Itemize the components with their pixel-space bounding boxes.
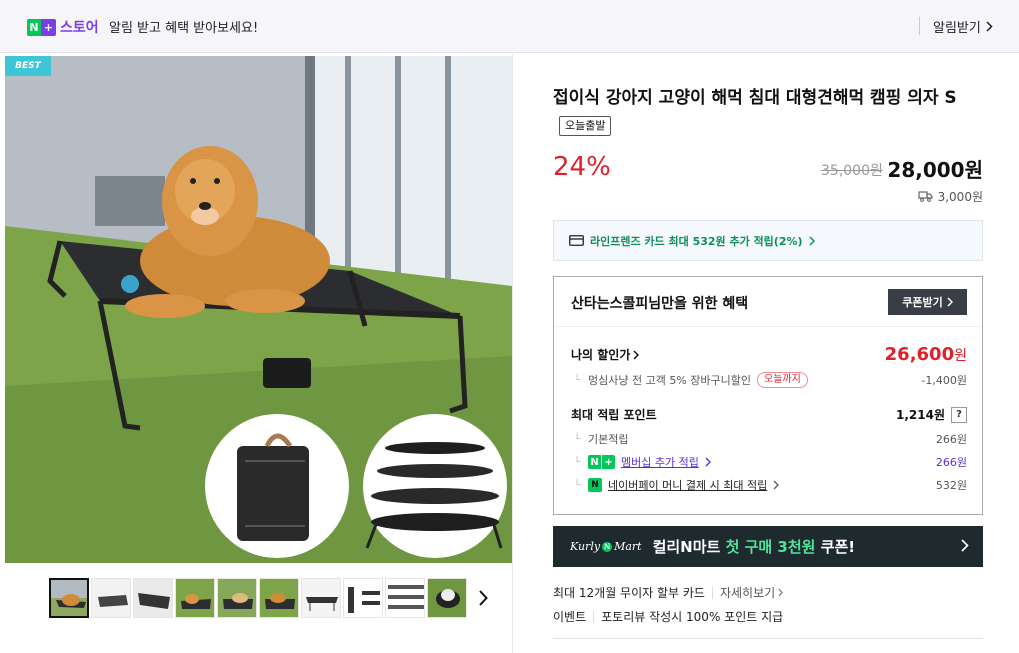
my-price-unit: 원 bbox=[954, 348, 967, 364]
detail-label: 자세히보기 bbox=[719, 586, 776, 600]
event-label: 이벤트 bbox=[553, 610, 587, 624]
npay-points-value: 532원 bbox=[935, 479, 967, 492]
chevron-right-icon bbox=[809, 235, 815, 246]
chevron-right-icon bbox=[773, 480, 780, 490]
divider bbox=[593, 610, 595, 623]
dog-on-hammock-bed-image bbox=[5, 56, 512, 563]
chevron-right-icon bbox=[961, 539, 969, 552]
main-product-image[interactable] bbox=[5, 56, 512, 563]
npay-points-link[interactable]: 네이버페이 머니 결제 시 최대 적립 bbox=[608, 477, 767, 493]
get-coupon-button[interactable]: 쿠폰받기 bbox=[888, 289, 967, 315]
chevron-right-icon bbox=[947, 297, 953, 307]
top-notification-bar: N + 스토어 알림 받고 혜택 받아보세요! 알림받기 bbox=[0, 0, 1019, 53]
my-price-value: 26,600원 bbox=[885, 344, 967, 365]
thumbnail-6[interactable] bbox=[259, 578, 299, 618]
chevron-right-icon bbox=[778, 588, 783, 597]
thumbnail-8[interactable] bbox=[343, 578, 383, 618]
kurly-nmart-logo: Kurly N Mart bbox=[570, 540, 642, 553]
cart-discount-row: └ 멍심사냥 전 고객 5% 장바구니할인 오늘까지 -1,400원 bbox=[571, 372, 967, 388]
points-help-button[interactable]: ? bbox=[951, 406, 967, 423]
kurly-mart-coupon-banner[interactable]: Kurly N Mart 컬리N마트 첫 구매 3천원 쿠폰! bbox=[553, 526, 983, 567]
product-title: 접이식 강아지 고양이 해먹 침대 대형견해먹 캠핑 의자 S 오늘출발 bbox=[553, 84, 973, 140]
thumbnail-7[interactable] bbox=[301, 578, 341, 618]
card-promo-text: 라인프렌즈 카드 최대 532원 추가 적립(2%) bbox=[590, 234, 803, 248]
installment-detail-link[interactable]: 자세히보기 bbox=[720, 584, 783, 601]
notification-message: 알림 받고 혜택 받아보세요! bbox=[109, 21, 259, 36]
section-divider bbox=[553, 638, 983, 639]
elbow-icon: └ bbox=[574, 374, 581, 386]
chevron-right-icon bbox=[478, 590, 488, 606]
basic-points-label: 기본적립 bbox=[588, 433, 629, 446]
same-day-shipping-tag: 오늘출발 bbox=[559, 116, 612, 136]
best-badge: BEST bbox=[5, 56, 51, 76]
nplus-store-logo[interactable]: N + 스토어 bbox=[27, 17, 99, 37]
elbow-icon: └ bbox=[574, 479, 581, 491]
elbow-icon: └ bbox=[574, 433, 581, 445]
max-points-value: 1,214원 bbox=[896, 408, 945, 422]
coupon-button-label: 쿠폰받기 bbox=[902, 296, 943, 309]
basic-points-row: └ 기본적립 266원 bbox=[571, 431, 967, 447]
max-points-label: 최대 적립 포인트 bbox=[571, 408, 657, 422]
divider bbox=[711, 586, 713, 599]
cart-discount-value: -1,400원 bbox=[921, 374, 967, 387]
installment-label: 최대 12개월 무이자 할부 카드 bbox=[553, 586, 705, 600]
nplus-badge-icon: N + bbox=[27, 18, 56, 36]
thumbnail-10[interactable] bbox=[427, 578, 467, 618]
my-price-amount: 26,600 bbox=[884, 344, 955, 365]
basic-points-value: 266원 bbox=[935, 433, 967, 446]
product-title-text: 접이식 강아지 고양이 해먹 침대 대형견해먹 캠핑 의자 S bbox=[553, 88, 957, 108]
event-text: 포토리뷰 작성시 100% 포인트 지급 bbox=[601, 610, 784, 624]
my-discount-price-row: 나의 할인가 26,600원 bbox=[571, 344, 967, 365]
discount-rate: 24% bbox=[553, 152, 611, 182]
thumbnail-4[interactable] bbox=[175, 578, 215, 618]
chevron-right-icon bbox=[986, 21, 993, 32]
membership-points-link[interactable]: 멤버십 추가 적립 bbox=[621, 454, 699, 470]
kurly-banner-text: 컬리N마트 첫 구매 3천원 쿠폰! bbox=[652, 538, 856, 556]
thumbnail-3[interactable] bbox=[133, 578, 173, 618]
nplus-membership-icon: N + bbox=[588, 455, 616, 469]
original-price: 35,000원 bbox=[821, 163, 883, 179]
credit-card-icon bbox=[569, 235, 584, 246]
truck-icon bbox=[917, 191, 933, 202]
sale-price: 28,000원 bbox=[887, 158, 983, 182]
thumbnail-1[interactable] bbox=[49, 578, 89, 618]
product-gallery: BEST bbox=[0, 54, 513, 653]
member-benefit-box: 산타는스콜피님만을 위한 혜택 쿠폰받기 나의 할인가 26,600원 └ 멍심사… bbox=[553, 276, 983, 515]
npay-points-row: └ N 네이버페이 머니 결제 시 최대 적립 532원 bbox=[571, 477, 967, 493]
column-divider bbox=[512, 54, 513, 653]
chevron-right-icon bbox=[633, 349, 640, 360]
divider bbox=[919, 17, 920, 35]
benefit-header: 산타는스콜피님만을 위한 혜택 쿠폰받기 bbox=[554, 277, 982, 327]
elbow-icon: └ bbox=[574, 456, 581, 468]
naver-pay-icon: N bbox=[588, 478, 603, 492]
max-points-row: 최대 적립 포인트 1,214원 ? bbox=[571, 406, 967, 423]
thumbnail-9[interactable] bbox=[385, 578, 425, 618]
thumbnail-next-button[interactable] bbox=[476, 588, 490, 608]
membership-points-value: 266원 bbox=[935, 456, 967, 469]
today-only-tag: 오늘까지 bbox=[757, 372, 808, 388]
thumbnail-2[interactable] bbox=[91, 578, 131, 618]
my-price-link[interactable]: 나의 할인가 bbox=[571, 346, 640, 363]
shipping-fee-value: 3,000원 bbox=[937, 190, 983, 204]
alarm-label: 알림받기 bbox=[933, 21, 981, 36]
event-info: 이벤트 포토리뷰 작성시 100% 포인트 지급 bbox=[553, 608, 783, 625]
thumbnail-strip bbox=[49, 578, 469, 620]
thumbnail-5[interactable] bbox=[217, 578, 257, 618]
chevron-right-icon bbox=[705, 457, 711, 467]
cart-discount-label: 멍심사냥 전 고객 5% 장바구니할인 bbox=[588, 374, 752, 387]
store-label: 스토어 bbox=[60, 20, 99, 36]
alarm-button[interactable]: 알림받기 bbox=[933, 17, 993, 36]
installment-info: 최대 12개월 무이자 할부 카드 자세히보기 bbox=[553, 584, 783, 601]
card-points-promo[interactable]: 라인프렌즈 카드 최대 532원 추가 적립(2%) bbox=[553, 220, 983, 261]
my-price-label: 나의 할인가 bbox=[571, 348, 631, 362]
benefit-title: 산타는스콜피님만을 위한 혜택 bbox=[571, 296, 749, 312]
membership-points-row: └ N + 멤버십 추가 적립 266원 bbox=[571, 454, 967, 470]
shipping-fee: 3,000원 bbox=[917, 188, 983, 205]
